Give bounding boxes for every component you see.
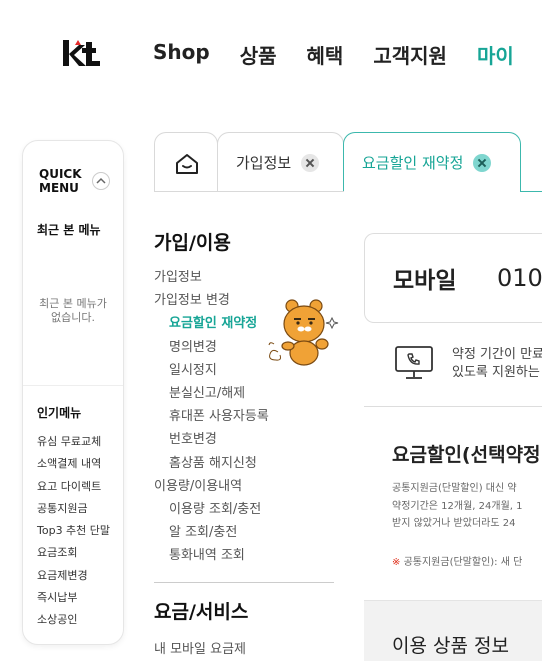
lnb-section-title: 요금/서비스 [154,601,249,623]
popular-item[interactable]: 소액결제 내역 [37,453,110,475]
notice-text: 약정 기간이 만료 있도록 지원하는 [452,347,542,380]
lnb-item[interactable]: 이용량/이용내역 [154,477,269,500]
popular-item[interactable]: 즉시납부 [37,587,110,609]
lnb-item-active[interactable]: 요금할인 재약정 [154,314,269,337]
lnb-item[interactable]: 번호변경 [154,430,269,453]
tab-baseline [154,191,344,192]
popular-item[interactable]: 유심 무료교체 [37,431,110,453]
tab-home[interactable] [154,132,218,192]
divider [23,385,123,386]
tab-label: 가입정보 [236,154,292,172]
mobile-line-card: 모바일 010 [364,233,542,323]
quick-menu: QUICK MENU 최근 본 메뉴 최근 본 메뉴가 없습니다. 인기메뉴 유… [22,140,124,645]
section-note: ※ 공통지원금(단말할인): 새 단 [392,553,522,568]
note-text: 공통지원금(단말할인): 새 단 [400,557,523,568]
close-icon[interactable] [301,153,320,172]
nav-item-products[interactable]: 상품 [240,40,277,69]
global-nav: Shop 상품 혜택 고객지원 마이 [153,40,542,69]
nav-item-benefits[interactable]: 혜택 [307,40,344,69]
popular-menu-list: 유심 무료교체 소액결제 내역 요고 다이렉트 공통지원금 Top3 추천 단말… [37,431,110,632]
mobile-card-title: 모바일 [393,268,457,294]
notice-row: 약정 기간이 만료 있도록 지원하는 [364,335,542,405]
lnb-item[interactable]: 일시정지 [154,361,269,384]
home-icon [176,154,198,174]
lnb-item[interactable]: 내 모바일 요금제 [154,638,246,657]
lnb-item[interactable]: 이용량 조회/충전 [154,500,269,523]
nav-item-my[interactable]: 마이 [477,40,514,69]
mobile-number: 010 [497,264,542,292]
nav-item-shop[interactable]: Shop [153,40,210,69]
popular-item[interactable]: 소상공인 [37,609,110,631]
chevron-up-icon[interactable] [92,172,110,190]
lnb-item[interactable]: 분실신고/해제 [154,384,269,407]
lnb-item[interactable]: 가입정보 [154,268,269,291]
tab-label: 요금할인 재약정 [362,154,464,172]
section-title: 요금할인(선택약정 [392,444,541,466]
popular-item[interactable]: 요금제변경 [37,565,110,587]
kt-logo[interactable] [62,38,102,68]
usage-info-title: 이용 상품 정보 [392,635,509,657]
ryan-character [266,298,342,370]
recent-menu-empty: 최근 본 메뉴가 없습니다. [39,297,107,324]
tab-discount-recontract[interactable]: 요금할인 재약정 [343,132,521,192]
popular-item[interactable]: 요금조회 [37,542,110,564]
popular-item[interactable]: 요고 다이렉트 [37,476,110,498]
lnb-item[interactable]: 통화내역 조회 [154,546,269,569]
close-icon[interactable] [473,153,492,172]
recent-menu-title: 최근 본 메뉴 [37,223,101,237]
divider [154,582,334,583]
nav-item-support[interactable]: 고객지원 [373,40,447,69]
lnb-list: 가입정보 가입정보 변경 요금할인 재약정 명의변경 일시정지 분실신고/해제 … [154,268,269,569]
section-description: 공통지원금(단말할인) 대신 약 약정기간은 12개월, 24개월, 1 받지 … [392,483,523,529]
tab-subscription-info[interactable]: 가입정보 [217,132,344,192]
divider [364,406,542,407]
lnb-item[interactable]: 홈상품 해지신청 [154,454,269,477]
monitor-phone-icon [395,346,433,379]
lnb-item[interactable]: 명의변경 [154,338,269,361]
usage-info-box: 이용 상품 정보 [364,600,542,661]
popular-menu-title: 인기메뉴 [37,406,82,420]
lnb-item[interactable]: 가입정보 변경 [154,291,269,314]
popular-item[interactable]: 공통지원금 [37,498,110,520]
lnb-item[interactable]: 휴대폰 사용자등록 [154,407,269,430]
lnb-item[interactable]: 알 조회/충전 [154,523,269,546]
tab-baseline [520,191,542,192]
lnb-section-title: 가입/이용 [154,232,231,254]
popular-item[interactable]: Top3 추천 단말 [37,520,110,542]
quick-menu-title: QUICK MENU [39,167,82,195]
